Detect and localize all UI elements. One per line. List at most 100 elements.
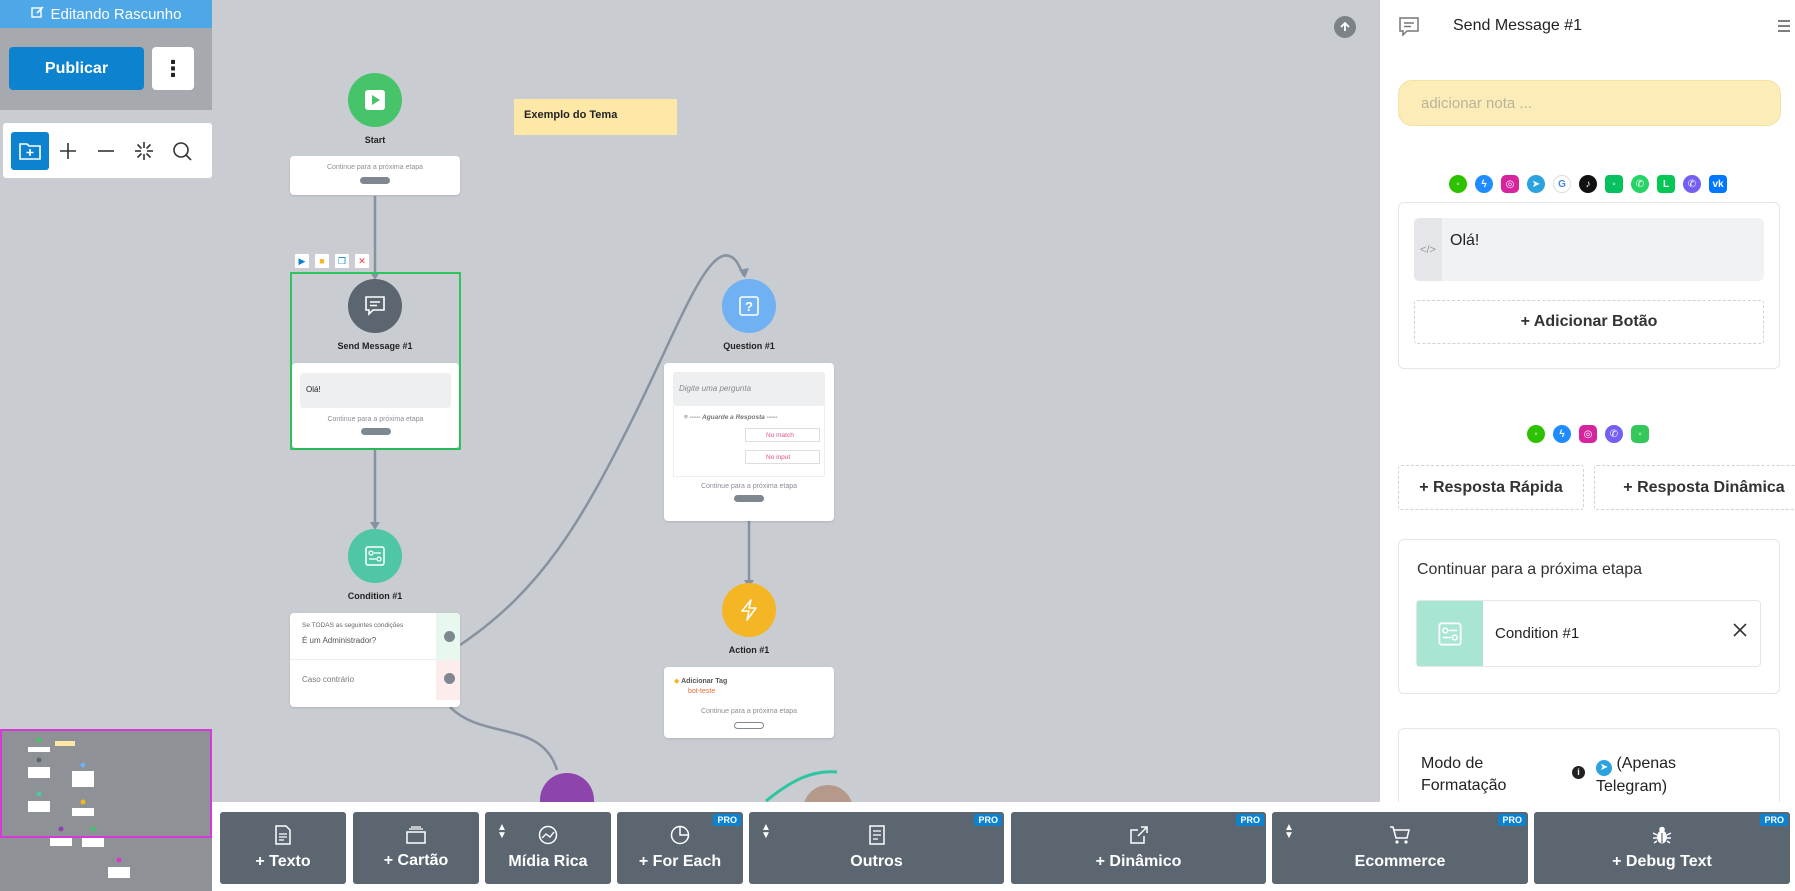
search-tool[interactable] — [163, 132, 201, 170]
document-icon — [275, 825, 291, 845]
pro-badge: PRO — [974, 814, 1002, 826]
action-node-card[interactable]: ◆ Adicionar Tag bot-teste Continue para … — [664, 667, 834, 738]
send-message-node-card[interactable]: Olá! Continue para a próxima etapa — [292, 363, 459, 448]
close-icon[interactable] — [1732, 622, 1748, 643]
platform-icons-row: ◦ ϟ ◎ ➤ G ♪ ◦ ✆ L ✆ vk — [1449, 175, 1727, 193]
next-step-label: Continuar para a próxima etapa — [1417, 561, 1643, 578]
menu-icon[interactable] — [1776, 18, 1792, 39]
for-each-button[interactable]: PRO + For Each — [617, 812, 743, 884]
no-input-branch[interactable]: No input — [745, 450, 820, 464]
publish-area: Publicar ⋮ — [0, 28, 212, 110]
question-responses: ≡ ----- Aguarde a Resposta ----- No matc… — [673, 406, 825, 477]
message-text-field[interactable]: </> Olá! — [1414, 218, 1764, 281]
publish-button[interactable]: Publicar — [9, 47, 144, 90]
copy-icon[interactable]: ❐ — [334, 253, 350, 269]
viber-icon: ✆ — [1605, 425, 1623, 443]
pie-icon — [670, 825, 690, 845]
next-step-target-label: Condition #1 — [1495, 625, 1580, 642]
fit-view-tool[interactable] — [125, 132, 163, 170]
minimap[interactable] — [0, 729, 212, 891]
question-node-card[interactable]: Digite uma pergunta ≡ ----- Aguarde a Re… — [664, 363, 834, 521]
action-node-icon[interactable] — [722, 583, 776, 637]
pro-badge: PRO — [1236, 814, 1264, 826]
ecommerce-button[interactable]: PRO ▲ ▼ Ecommerce — [1272, 812, 1528, 884]
telegram-icon: ➤ — [1596, 760, 1612, 776]
add-button-button[interactable]: + Adicionar Botão — [1414, 300, 1764, 344]
plus-icon — [60, 142, 76, 159]
minus-icon — [98, 149, 114, 152]
panel-header: Send Message #1 — [1380, 0, 1795, 54]
note-icon[interactable]: ■ — [314, 253, 330, 269]
note-input[interactable]: adicionar nota ... — [1398, 80, 1781, 126]
others-button[interactable]: PRO ▲ ▼ Outros — [749, 812, 1004, 884]
start-node-card[interactable]: Continue para a próxima etapa — [290, 156, 460, 195]
question-icon: ? — [739, 296, 759, 316]
card-icon — [406, 826, 426, 844]
format-mode-label: Modo de Formatação — [1421, 755, 1507, 794]
next-step-handle[interactable] — [360, 428, 391, 435]
condition-node-title: Condition #1 — [347, 591, 403, 601]
info-icon[interactable]: i — [1572, 766, 1585, 779]
wechat-icon: ◦ — [1527, 425, 1545, 443]
no-match-branch[interactable]: No match — [745, 428, 820, 442]
add-text-button[interactable]: + Texto — [220, 812, 346, 884]
code-icon[interactable]: </> — [1414, 218, 1442, 281]
vk-icon: vk — [1709, 175, 1727, 193]
question-node-icon[interactable]: ? — [722, 279, 776, 333]
left-column: Editando Rascunho Publicar ⋮ — [0, 0, 212, 891]
arrow-up-icon — [1340, 21, 1350, 31]
dynamic-reply-button[interactable]: + Resposta Dinâmica — [1594, 465, 1795, 510]
pro-badge: PRO — [713, 814, 741, 826]
edit-icon — [30, 5, 45, 23]
next-step-handle[interactable] — [734, 495, 764, 502]
zoom-in-tool[interactable] — [49, 132, 87, 170]
message-icon — [1398, 16, 1420, 43]
list-icon — [868, 825, 885, 845]
tiktok-icon: ♪ — [1579, 175, 1597, 193]
add-folder-tool[interactable] — [11, 131, 49, 170]
lightning-icon — [741, 599, 757, 621]
flow-canvas[interactable]: Exemplo do Tema Start Continue para a pr… — [212, 0, 1380, 802]
condition-icon — [365, 546, 385, 566]
scroll-up-button[interactable] — [1334, 16, 1356, 38]
false-branch-handle[interactable] — [444, 673, 455, 684]
action-node-title: Action #1 — [728, 645, 770, 655]
imessage-icon: ◦ — [1631, 425, 1649, 443]
question-node-title: Question #1 — [723, 341, 775, 351]
minimap-viewport[interactable] — [0, 729, 212, 838]
line-icon: L — [1657, 175, 1675, 193]
viber-icon: ✆ — [1683, 175, 1701, 193]
preview-icon[interactable]: ▶ — [294, 253, 310, 269]
dynamic-button[interactable]: PRO + Dinâmico — [1011, 812, 1266, 884]
continue-text: Continue para a próxima etapa — [700, 483, 798, 490]
await-label: Aguarde a Resposta — [702, 414, 765, 421]
continue-text: Continue para a próxima etapa — [326, 164, 424, 171]
condition-node-icon[interactable] — [348, 529, 402, 583]
telegram-icon: ➤ — [1527, 175, 1545, 193]
sticky-note[interactable]: Exemplo do Tema — [514, 99, 677, 135]
debug-text-button[interactable]: PRO + Debug Text — [1534, 812, 1790, 884]
next-step-handle[interactable] — [734, 722, 764, 729]
send-message-node-icon[interactable] — [348, 279, 402, 333]
tag-value: bot-teste — [688, 688, 716, 695]
message-block: </> Olá! + Adicionar Botão — [1398, 202, 1780, 369]
format-telegram-note: ➤ (Apenas Telegram) — [1596, 755, 1677, 795]
condition-node-card[interactable]: Se TODAS as seguintes condições É um Adm… — [290, 613, 460, 707]
start-node-icon[interactable] — [348, 73, 402, 127]
add-card-button[interactable]: + Cartão — [353, 812, 479, 884]
canvas-tools — [3, 123, 212, 178]
condition-else-label: Caso contrário — [302, 675, 355, 684]
next-step-handle[interactable] — [360, 177, 390, 184]
next-step-target[interactable]: Condition #1 — [1416, 600, 1761, 667]
true-branch-handle[interactable] — [444, 631, 455, 642]
bottom-toolbar: + Texto + Cartão ▲ ▼ Mídia Rica PRO + For… — [212, 802, 1795, 891]
draft-label: Editando Rascunho — [50, 5, 182, 23]
zoom-out-tool[interactable] — [87, 132, 125, 170]
folder-plus-icon — [19, 142, 41, 160]
quick-reply-button[interactable]: + Resposta Rápida — [1398, 465, 1584, 510]
search-icon — [173, 141, 192, 161]
condition-rule-header: Se TODAS as seguintes condições — [302, 622, 404, 629]
rich-media-button[interactable]: ▲ ▼ Mídia Rica — [485, 812, 611, 884]
delete-icon[interactable]: ✕ — [354, 253, 370, 269]
more-options-button[interactable]: ⋮ — [152, 47, 194, 90]
